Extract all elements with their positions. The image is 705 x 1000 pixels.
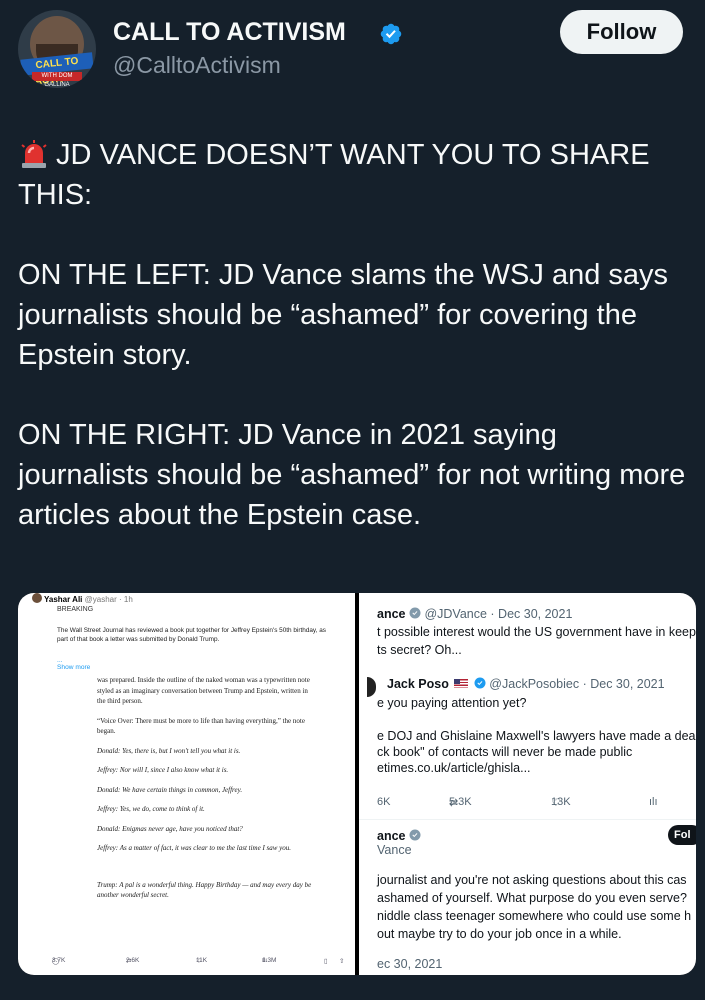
right-t1-text-1: t possible interest would the US governm… <box>377 625 696 639</box>
left-breaking-label: BREAKING <box>57 606 94 613</box>
share-icon[interactable]: ⇧ <box>339 957 344 965</box>
right-t1-header: ance @JDVance · Dec 30, 2021 <box>377 607 573 621</box>
right-action-bar: 6K ⇄ 5.3K ♡ 13K ılı <box>377 796 658 809</box>
right-follow-button[interactable]: Fol <box>668 825 696 845</box>
right-t2-avatar <box>367 677 376 697</box>
bookmark-icon[interactable]: ▯ <box>324 957 328 965</box>
right-t3-sub: Vance <box>377 843 412 857</box>
divider <box>359 819 696 820</box>
right-t3-header: ance <box>377 829 421 843</box>
left-author-avatar <box>32 593 42 603</box>
left-summary: The Wall Street Journal has reviewed a b… <box>57 627 326 643</box>
right-screenshot[interactable]: ance @JDVance · Dec 30, 2021 t possible … <box>359 593 696 975</box>
post-line-3: ON THE RIGHT: JD Vance in 2021 saying jo… <box>18 419 686 531</box>
media-grid[interactable]: Yashar Ali @yashar · 1h BREAKING The Wal… <box>18 593 696 975</box>
post-line-1: JD VANCE DOESN’T WANT YOU TO SHARE THIS: <box>18 139 650 211</box>
views-icon[interactable]: ılı <box>649 796 658 808</box>
display-name[interactable]: CALL TO ACTIVISM <box>113 18 346 47</box>
right-t1-text-2: ts secret? Oh... <box>377 643 462 657</box>
left-book-excerpt: was prepared. Inside the outline of the … <box>97 676 312 899</box>
avatar[interactable]: CALL TO ACTIVISM WITH DOM GALLINA <box>18 10 96 88</box>
verified-badge-icon <box>474 677 486 689</box>
us-flag-icon <box>454 679 469 688</box>
left-show-more[interactable]: ... Show more <box>57 657 90 671</box>
siren-icon <box>18 139 50 169</box>
verified-badge-icon <box>409 829 421 841</box>
right-t3-text-2: ashamed of yourself. What purpose do you… <box>377 891 687 905</box>
follow-button[interactable]: Follow <box>560 10 683 54</box>
post-line-2: ON THE LEFT: JD Vance slams the WSJ and … <box>18 259 669 371</box>
left-author-name: Yashar Ali <box>44 595 83 604</box>
right-t2-text-1: e you paying attention yet? <box>377 696 527 710</box>
right-t2-text-4: etimes.co.uk/article/ghisla... <box>377 761 531 775</box>
right-t3-text-1: journalist and you're not asking questio… <box>377 873 687 887</box>
right-t2-text-3: ck book" of contacts will never be made … <box>377 745 633 759</box>
right-t3-text-3: niddle class teenager somewhere who coul… <box>377 909 692 923</box>
avatar-subbanner: WITH DOM GALLINA <box>32 72 82 88</box>
post-header: CALL TO ACTIVISM WITH DOM GALLINA CALL T… <box>18 10 683 88</box>
left-author-line: Yashar Ali @yashar · 1h <box>44 595 133 604</box>
right-t3-date: ec 30, 2021 <box>377 957 443 971</box>
left-screenshot[interactable]: Yashar Ali @yashar · 1h BREAKING The Wal… <box>18 593 355 975</box>
left-author-handle: @yashar · 1h <box>84 595 133 604</box>
user-handle[interactable]: @CalltoActivism <box>113 52 281 79</box>
left-action-bar: ◯ 3.7K ⇄ 2.6K ♡ 11K ılı 1.3M ▯ ⇧ <box>52 957 345 965</box>
verified-badge-icon <box>409 607 421 619</box>
right-t2-header: Jack Poso @JackPosobiec · Dec 30, 2021 <box>387 677 665 691</box>
right-t2-text-2: e DOJ and Ghislaine Maxwell's lawyers ha… <box>377 729 696 743</box>
right-t3-text-4: out maybe try to do your job once in a w… <box>377 927 622 941</box>
verified-badge-icon <box>380 23 402 45</box>
post-text: JD VANCE DOESN’T WANT YOU TO SHARE THIS:… <box>18 135 688 535</box>
